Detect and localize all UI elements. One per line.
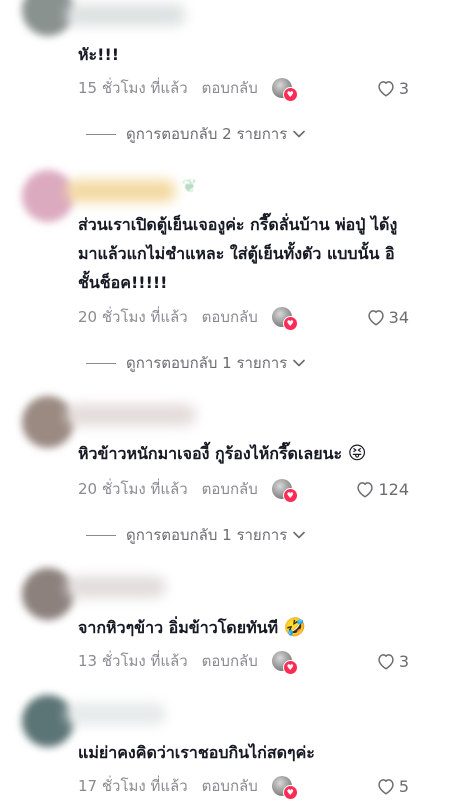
timestamp: 20 ชั่วโมง ที่แล้ว bbox=[78, 480, 188, 498]
username[interactable] bbox=[66, 404, 196, 426]
timestamp: 15 ชั่วโมง ที่แล้ว bbox=[78, 79, 188, 97]
comment-list: หัะ!!! 15 ชั่วโมง ที่แล้ว ตอบกลับ ♥ 3 ดู… bbox=[0, 0, 451, 810]
view-replies-button[interactable]: ดูการตอบกลับ 2 รายการ bbox=[86, 123, 306, 145]
heart-outline-icon bbox=[357, 482, 374, 498]
reply-button[interactable]: ตอบกลับ bbox=[202, 477, 258, 501]
reply-button[interactable]: ตอบกลับ bbox=[202, 305, 258, 329]
heart-outline-icon bbox=[367, 310, 384, 326]
like-button[interactable]: 3 bbox=[376, 77, 409, 99]
creator-liked-avatar: ♥ bbox=[271, 651, 298, 675]
username[interactable] bbox=[66, 4, 186, 26]
like-count: 3 bbox=[398, 651, 409, 671]
username[interactable] bbox=[66, 703, 166, 725]
avatar[interactable] bbox=[22, 170, 74, 222]
like-button[interactable]: 5 bbox=[376, 775, 409, 797]
divider-line bbox=[86, 133, 116, 135]
heart-badge-icon: ♥ bbox=[282, 488, 298, 503]
comment-meta: 20 ชั่วโมง ที่แล้ว ตอบกลับ ♥ bbox=[78, 477, 298, 503]
view-replies-button[interactable]: ดูการตอบกลับ 1 รายการ bbox=[86, 524, 306, 546]
avatar[interactable] bbox=[22, 568, 74, 620]
comment-meta: 15 ชั่วโมง ที่แล้ว ตอบกลับ ♥ bbox=[78, 76, 298, 102]
username[interactable] bbox=[66, 180, 176, 202]
view-replies-label: ดูการตอบกลับ 2 รายการ bbox=[126, 125, 288, 143]
username[interactable] bbox=[66, 576, 166, 598]
comment-text: ส่วนเราเปิดตู้เย็นเจองูค่ะ กรี๊ดลั่นบ้าน… bbox=[78, 215, 398, 292]
chevron-down-icon bbox=[293, 130, 306, 138]
comment-text: จากหิวๆข้าว อิ่มข้าวโดยทันที 🤣 bbox=[78, 617, 307, 638]
heart-badge-icon: ♥ bbox=[282, 660, 298, 675]
heart-badge-icon: ♥ bbox=[282, 316, 298, 331]
reply-button[interactable]: ตอบกลับ bbox=[202, 774, 258, 798]
heart-outline-icon bbox=[378, 81, 394, 97]
view-replies-label: ดูการตอบกลับ 1 รายการ bbox=[126, 354, 288, 372]
like-count: 124 bbox=[378, 479, 409, 499]
avatar[interactable] bbox=[22, 396, 74, 448]
like-count: 5 bbox=[398, 776, 409, 796]
avatar[interactable] bbox=[22, 695, 74, 747]
like-button[interactable]: 34 bbox=[366, 306, 409, 328]
heart-badge-icon: ♥ bbox=[282, 87, 298, 102]
creator-liked-avatar: ♥ bbox=[271, 78, 298, 102]
heart-outline-icon bbox=[378, 779, 394, 795]
reply-button[interactable]: ตอบกลับ bbox=[202, 76, 258, 100]
emoji: 😝 bbox=[347, 443, 367, 464]
timestamp: 13 ชั่วโมง ที่แล้ว bbox=[78, 652, 188, 670]
divider-line bbox=[86, 362, 116, 364]
leaf-icon: ❦ bbox=[182, 176, 198, 197]
divider-line bbox=[86, 534, 116, 536]
like-button[interactable]: 3 bbox=[376, 650, 409, 672]
view-replies-button[interactable]: ดูการตอบกลับ 1 รายการ bbox=[86, 352, 306, 374]
chevron-down-icon bbox=[293, 359, 306, 367]
comment-text: แม่ย่าคงคิดว่าเราชอบกินไก่สดๆค่ะ bbox=[78, 743, 315, 762]
comment-meta: 13 ชั่วโมง ที่แล้ว ตอบกลับ ♥ bbox=[78, 649, 298, 675]
like-count: 34 bbox=[388, 307, 409, 327]
heart-outline-icon bbox=[378, 654, 394, 670]
chevron-down-icon bbox=[293, 531, 306, 539]
creator-liked-avatar: ♥ bbox=[271, 776, 298, 800]
reply-button[interactable]: ตอบกลับ bbox=[202, 649, 258, 673]
heart-badge-icon: ♥ bbox=[282, 785, 298, 800]
comment-text: หิวข้าวหนักมาเจองี้ กูร้องไห้กรี๊ดเลยนะ … bbox=[78, 443, 367, 464]
comment-text: หัะ!!! bbox=[78, 45, 120, 64]
timestamp: 20 ชั่วโมง ที่แล้ว bbox=[78, 308, 188, 326]
comment-meta: 20 ชั่วโมง ที่แล้ว ตอบกลับ ♥ bbox=[78, 305, 298, 331]
creator-liked-avatar: ♥ bbox=[271, 479, 298, 503]
timestamp: 17 ชั่วโมง ที่แล้ว bbox=[78, 777, 188, 795]
comment-meta: 17 ชั่วโมง ที่แล้ว ตอบกลับ ♥ bbox=[78, 774, 298, 800]
like-button[interactable]: 124 bbox=[355, 478, 409, 500]
like-count: 3 bbox=[398, 78, 409, 98]
creator-liked-avatar: ♥ bbox=[271, 307, 298, 331]
emoji: 🤣 bbox=[283, 617, 307, 638]
view-replies-label: ดูการตอบกลับ 1 รายการ bbox=[126, 526, 288, 544]
